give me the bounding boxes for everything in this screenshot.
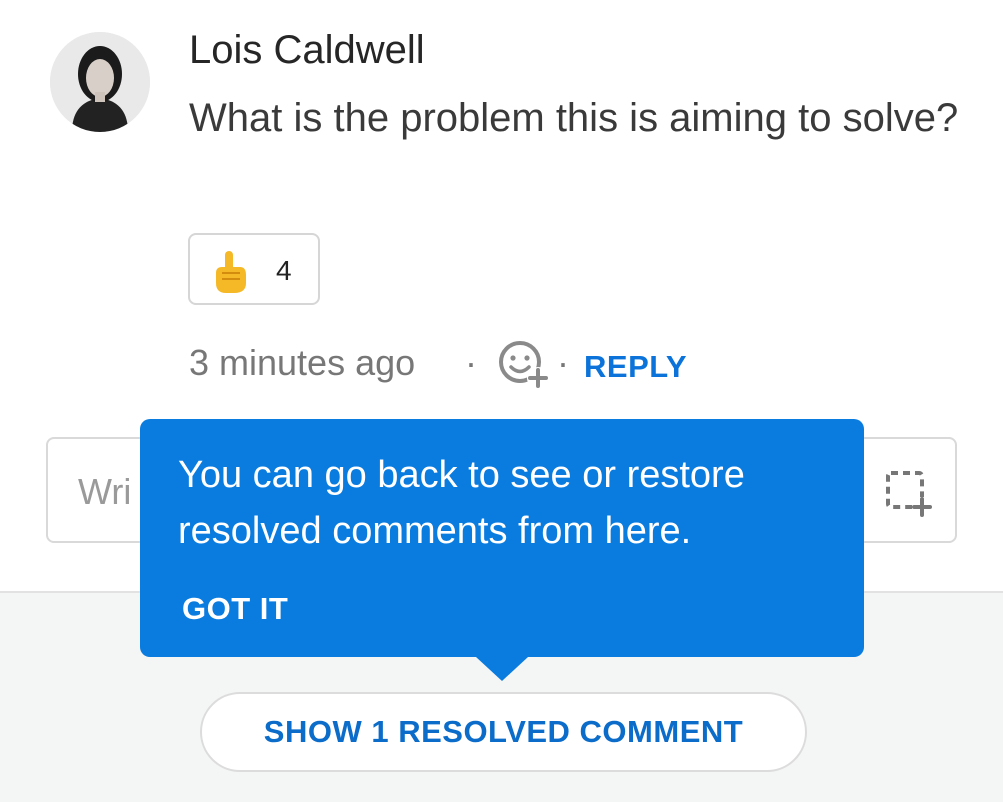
- meta-separator: ·: [557, 342, 569, 383]
- comment-timestamp: 3 minutes ago: [189, 342, 416, 383]
- user-portrait-icon: [50, 32, 150, 132]
- avatar[interactable]: [50, 32, 150, 132]
- reply-button[interactable]: REPLY: [584, 349, 687, 385]
- reaction-count: 4: [276, 255, 292, 286]
- onboarding-tooltip: You can go back to see or restore resolv…: [140, 419, 864, 681]
- comment-author: Lois Caldwell: [189, 28, 425, 72]
- pointing-up-hand-icon: [216, 251, 246, 293]
- add-reaction-icon[interactable]: [496, 338, 552, 392]
- comment-input-placeholder: Wri: [78, 471, 132, 512]
- add-screenshot-icon[interactable]: [884, 469, 932, 517]
- got-it-button[interactable]: GOT IT: [182, 591, 288, 627]
- reaction-button[interactable]: 4: [188, 233, 320, 305]
- show-resolved-comments-button[interactable]: SHOW 1 RESOLVED COMMENT: [200, 692, 807, 772]
- meta-separator: ·: [465, 342, 477, 383]
- comment-body: What is the problem this is aiming to so…: [189, 96, 959, 140]
- tooltip-text: You can go back to see or restore resolv…: [178, 454, 745, 552]
- tooltip-arrow: [476, 657, 528, 681]
